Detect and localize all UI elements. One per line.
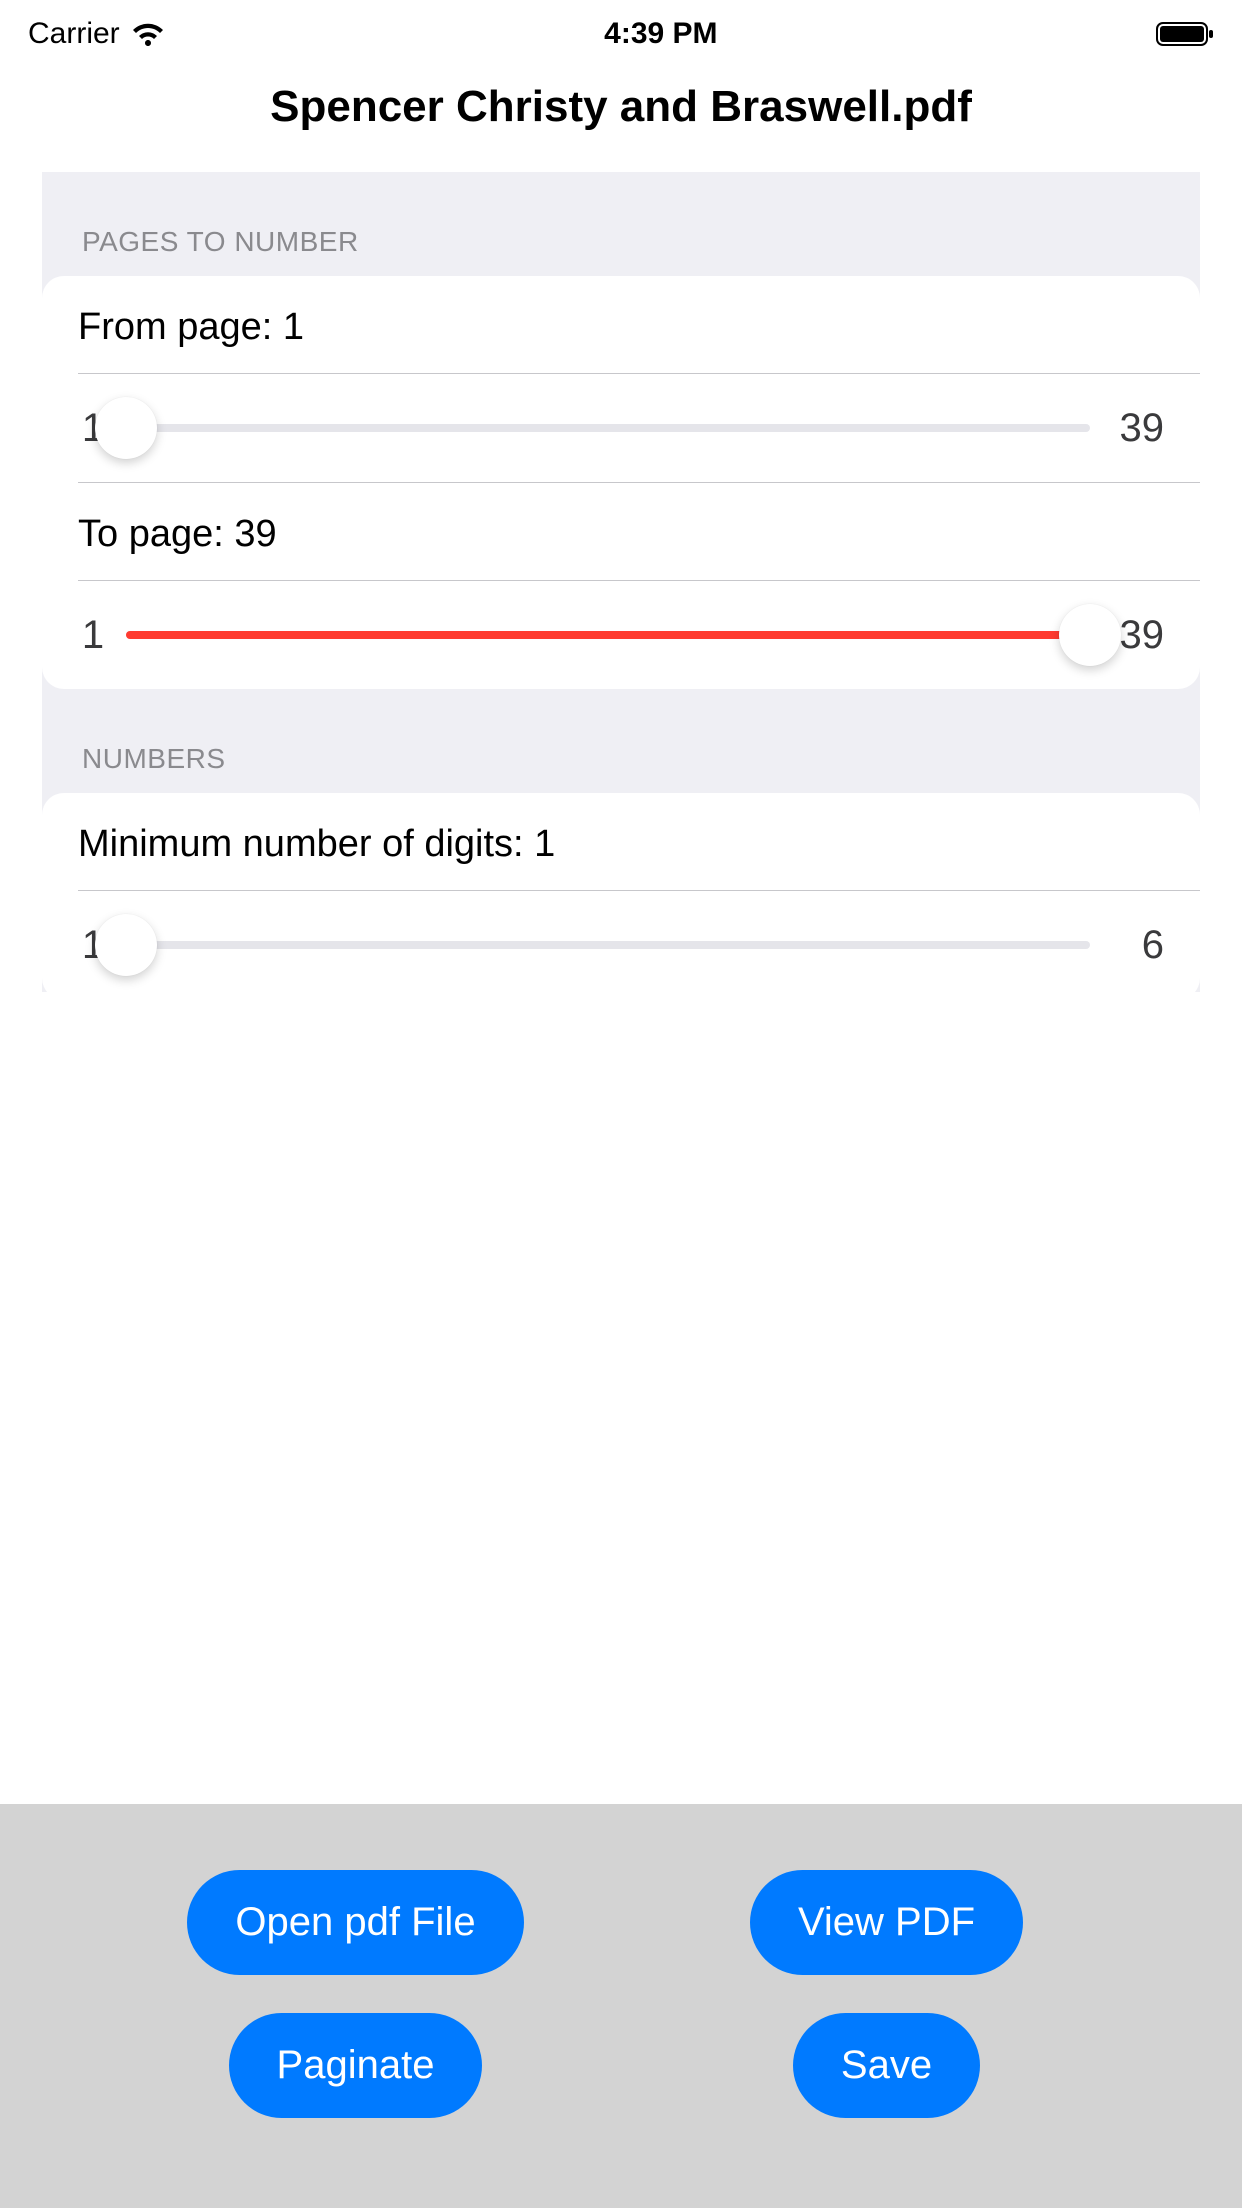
- pages-card: From page: 1 1 39 To page: 39 1 39: [42, 276, 1200, 689]
- paginate-button[interactable]: Paginate: [229, 2013, 483, 2118]
- page-title: Spencer Christy and Braswell.pdf: [0, 82, 1242, 132]
- carrier-label: Carrier: [28, 17, 120, 51]
- from-page-slider[interactable]: [126, 398, 1090, 458]
- wifi-icon: [130, 20, 166, 48]
- from-max-label: 39: [1108, 406, 1164, 451]
- section-header-numbers: Numbers: [42, 689, 1200, 793]
- numbers-card: Minimum number of digits: 1 1 6: [42, 793, 1200, 992]
- status-right: [1156, 20, 1214, 48]
- to-page-slider[interactable]: [126, 605, 1090, 665]
- section-header-pages: Pages to number: [42, 172, 1200, 276]
- min-digits-row: Minimum number of digits: 1: [42, 793, 1200, 890]
- min-digits-slider-row: 1 6: [42, 891, 1200, 992]
- settings-scroll[interactable]: Pages to number From page: 1 1 39 To pag…: [42, 172, 1200, 992]
- from-page-label: From page: 1: [78, 306, 304, 348]
- min-digits-label: Minimum number of digits: 1: [78, 823, 555, 865]
- battery-icon: [1156, 20, 1214, 48]
- to-min-label: 1: [78, 613, 108, 658]
- from-page-row: From page: 1: [42, 276, 1200, 373]
- bottom-toolbar: Open pdf File View PDF Paginate Save: [0, 1804, 1242, 2208]
- status-time: 4:39 PM: [604, 17, 717, 51]
- min-digits-slider[interactable]: [126, 915, 1090, 975]
- save-button[interactable]: Save: [793, 2013, 980, 2118]
- to-page-label: To page: 39: [78, 513, 277, 555]
- to-page-row: To page: 39: [42, 483, 1200, 580]
- digits-max-label: 6: [1108, 923, 1164, 968]
- status-bar: Carrier 4:39 PM: [0, 0, 1242, 64]
- status-left: Carrier: [28, 17, 166, 51]
- to-page-slider-row: 1 39: [42, 581, 1200, 689]
- open-pdf-button[interactable]: Open pdf File: [187, 1870, 523, 1975]
- view-pdf-button[interactable]: View PDF: [750, 1870, 1023, 1975]
- from-page-slider-row: 1 39: [42, 374, 1200, 482]
